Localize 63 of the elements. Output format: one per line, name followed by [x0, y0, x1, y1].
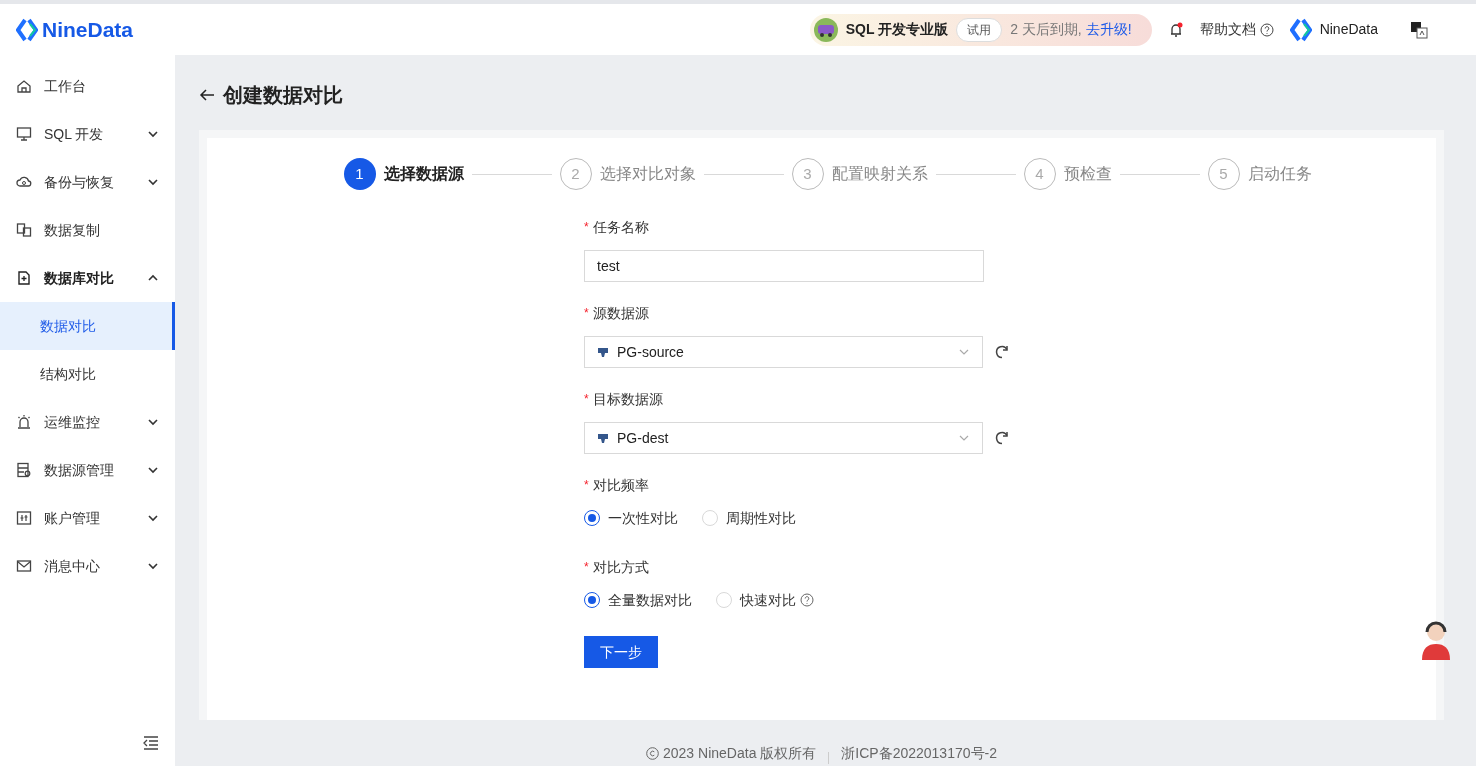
- sidebar-item[interactable]: 消息中心: [0, 542, 175, 590]
- sidebar-item[interactable]: 数据库对比: [0, 254, 175, 302]
- radio-label: 周期性对比: [726, 508, 796, 528]
- wizard-step: 3 配置映射关系: [791, 158, 928, 190]
- menu-icon: [16, 126, 32, 142]
- field-label: 对比方式: [592, 557, 649, 577]
- menu-icon: [16, 270, 32, 286]
- icp-link[interactable]: 浙ICP备2022013170号-2: [841, 743, 997, 764]
- brand-name: NineData: [42, 16, 134, 43]
- datasource-select[interactable]: PG-dest: [584, 422, 983, 454]
- sidebar-item[interactable]: 数据复制: [0, 206, 175, 254]
- copyright-text: 2023 NineData 版权所有: [646, 743, 817, 764]
- sidebar-item[interactable]: 备份与恢复: [0, 158, 175, 206]
- page-title: 创建数据对比: [223, 82, 343, 108]
- van-icon: [813, 17, 838, 42]
- trial-badge: 试用: [956, 17, 1003, 42]
- help-docs-link[interactable]: 帮助文档: [1199, 19, 1274, 40]
- task-name-field[interactable]: test: [584, 250, 984, 282]
- wizard-step: 2 选择对比对象: [559, 158, 696, 190]
- wizard-step: 1 选择数据源: [343, 158, 464, 190]
- logo-icon: [16, 17, 38, 42]
- required-mark: *: [584, 477, 589, 494]
- sidebar-item[interactable]: 账户管理: [0, 494, 175, 542]
- sidebar-item[interactable]: 数据源管理: [0, 446, 175, 494]
- required-mark: *: [584, 391, 589, 408]
- field-label: 任务名称: [592, 217, 649, 237]
- sidebar-item[interactable]: 工作台: [0, 62, 175, 110]
- collapse-menu-icon[interactable]: [143, 736, 159, 750]
- next-step-button[interactable]: 下一步: [584, 636, 658, 668]
- logo-icon: [1289, 17, 1312, 42]
- help-icon: [1259, 22, 1274, 37]
- translate-icon[interactable]: [1410, 20, 1428, 39]
- sidebar-subitem[interactable]: 结构对比: [0, 350, 175, 398]
- refresh-icon[interactable]: [995, 431, 1009, 445]
- menu-icon: [16, 462, 32, 478]
- datasource-select[interactable]: PG-source: [584, 336, 983, 368]
- menu-icon: [16, 558, 32, 574]
- organization-name[interactable]: NineData: [1319, 19, 1378, 40]
- required-mark: *: [584, 305, 589, 322]
- menu-icon: [16, 414, 32, 430]
- menu-icon: [16, 78, 32, 94]
- sidebar-item[interactable]: 运维监控: [0, 398, 175, 446]
- menu-icon: [16, 510, 32, 526]
- copyright-icon: [646, 747, 659, 760]
- menu-icon: [16, 174, 32, 190]
- upgrade-link[interactable]: 去升级!: [1085, 19, 1132, 40]
- radio-label: 快速对比: [740, 590, 796, 610]
- sidebar-item[interactable]: SQL 开发: [0, 110, 175, 158]
- expiry-notice: 2 天后到期,: [1010, 20, 1082, 39]
- sidebar-subitem[interactable]: 数据对比: [0, 302, 175, 350]
- required-mark: *: [584, 559, 589, 576]
- menu-icon: [16, 222, 32, 238]
- wizard-step: 4 预检查: [1023, 158, 1112, 190]
- required-mark: *: [584, 219, 589, 236]
- wizard-step: 5 启动任务: [1207, 158, 1312, 190]
- radio-label: 全量数据对比: [608, 590, 692, 610]
- radio-label: 一次性对比: [608, 508, 678, 528]
- back-arrow-icon[interactable]: [199, 86, 215, 103]
- field-label: 对比频率: [592, 475, 649, 495]
- field-label: 目标数据源: [592, 389, 663, 409]
- plan-name: SQL 开发专业版: [845, 20, 949, 39]
- field-label: 源数据源: [592, 303, 649, 323]
- refresh-icon[interactable]: [995, 345, 1009, 359]
